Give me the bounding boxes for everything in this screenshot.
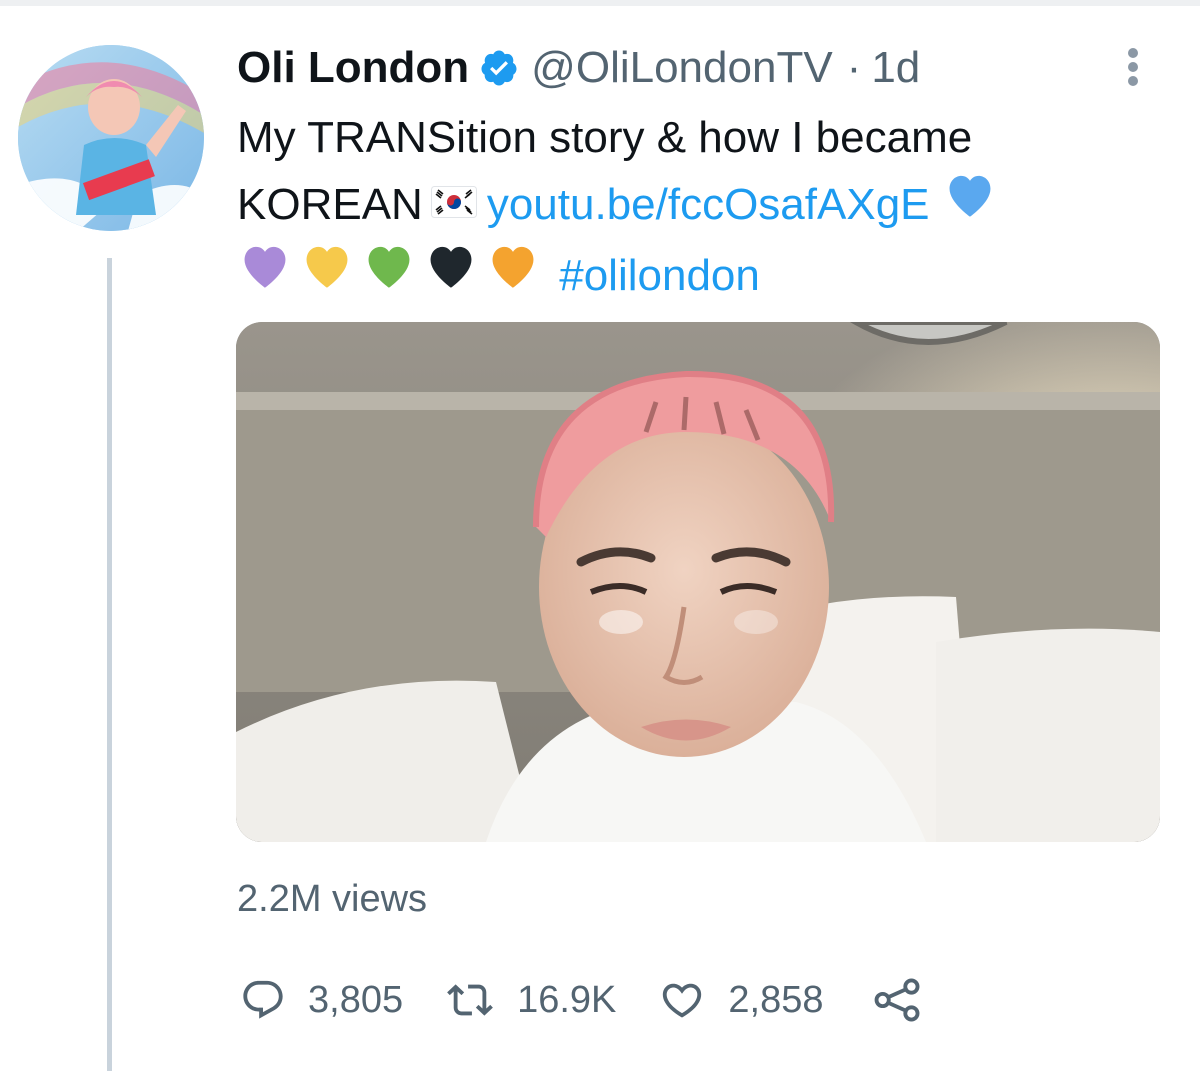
top-divider <box>0 0 1200 6</box>
view-count: 2.2M views <box>237 878 428 920</box>
like-button[interactable]: 2,858 <box>658 977 824 1023</box>
yellow-heart-icon <box>299 240 355 309</box>
green-heart-icon <box>361 240 417 309</box>
verified-badge-icon <box>479 48 519 88</box>
share-button[interactable] <box>872 977 924 1023</box>
reply-button[interactable]: 3,805 <box>240 977 403 1023</box>
tweet-header: Oli London @OliLondonTV · 1d <box>237 40 920 96</box>
like-icon <box>663 983 702 1018</box>
purple-heart-icon <box>237 240 293 309</box>
tweet-text-line-1: My TRANSition story & how I became <box>237 113 973 162</box>
tweet-text: My TRANSition story & how I became KOREA… <box>237 104 1137 313</box>
user-handle[interactable]: @OliLondonTV <box>531 43 833 93</box>
black-heart-icon <box>423 240 479 309</box>
retweet-count: 16.9K <box>517 978 617 1021</box>
timestamp[interactable]: 1d <box>871 43 920 93</box>
tweet-text-line-3: #olilondon <box>237 242 1137 313</box>
retweet-icon <box>447 984 493 1016</box>
thread-line <box>107 258 112 1071</box>
avatar[interactable] <box>18 45 204 231</box>
reply-count: 3,805 <box>308 978 404 1021</box>
video-thumbnail[interactable] <box>236 322 1160 842</box>
tweet-text-word: KOREAN <box>237 180 423 229</box>
tweet-actions: 3,805 16.9K 2,858 <box>240 970 924 1030</box>
youtube-link[interactable]: youtu.be/fccOsafAXgE <box>487 180 930 229</box>
tweet-text-line-2: KOREAN youtu.be/fccOsafAXgE <box>237 171 1137 242</box>
more-options-icon[interactable] <box>1118 44 1148 90</box>
reply-icon <box>243 980 283 1019</box>
share-icon <box>874 978 919 1022</box>
blue-heart-icon <box>942 169 998 238</box>
separator-dot: · <box>846 43 862 92</box>
hashtag-link[interactable]: #olilondon <box>559 251 760 300</box>
south-korea-flag-icon <box>430 170 477 237</box>
like-count: 2,858 <box>728 978 824 1021</box>
orange-heart-icon <box>485 240 541 309</box>
display-name[interactable]: Oli London <box>237 43 469 93</box>
retweet-button[interactable]: 16.9K <box>445 977 616 1023</box>
